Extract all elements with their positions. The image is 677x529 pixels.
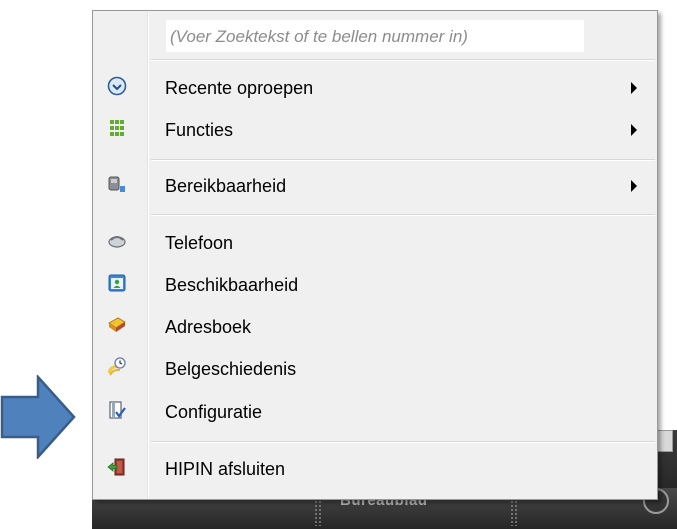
menu-item-label: HIPIN afsluiten bbox=[165, 459, 286, 479]
grid-icon bbox=[110, 120, 124, 136]
submenu-arrow-icon bbox=[631, 180, 637, 192]
menu-item-configuration[interactable]: Configuratie bbox=[93, 391, 657, 433]
submenu-arrow-icon bbox=[631, 82, 637, 94]
menu-item-label: Bereikbaarheid bbox=[165, 176, 287, 196]
menu-item-functions[interactable]: Functies bbox=[93, 109, 657, 151]
menu-item-label: Beschikbaarheid bbox=[165, 275, 299, 295]
menu-separator bbox=[151, 59, 655, 61]
pointer-arrow-icon bbox=[0, 375, 76, 459]
phone-icon bbox=[108, 236, 126, 248]
taskbar-grip-icon bbox=[510, 496, 518, 526]
availability-icon bbox=[108, 274, 126, 292]
menu-item-availability[interactable]: Beschikbaarheid bbox=[93, 264, 657, 306]
menu-item-exit[interactable]: HIPIN afsluiten bbox=[93, 448, 657, 490]
menu-separator bbox=[151, 214, 655, 216]
submenu-arrow-icon bbox=[631, 124, 637, 136]
clock-icon bbox=[107, 76, 127, 96]
taskbar-side-icon bbox=[657, 430, 673, 452]
menu-item-label: Recente oproepen bbox=[165, 78, 314, 98]
address-book-icon bbox=[108, 317, 126, 332]
call-history-icon bbox=[107, 357, 126, 376]
menu-item-phone[interactable]: Telefoon bbox=[93, 222, 657, 264]
menu-item-label: Adresboek bbox=[165, 317, 252, 337]
screen: Bureaublad (Voer Zoektekst of te bellen … bbox=[0, 0, 677, 529]
menu-item-label: Functies bbox=[165, 120, 234, 140]
context-menu: (Voer Zoektekst of te bellen nummer in) … bbox=[92, 10, 658, 500]
menu-item-recent-calls[interactable]: Recente oproepen bbox=[93, 67, 657, 109]
taskbar-grip-icon bbox=[314, 496, 322, 526]
menu-separator bbox=[151, 441, 655, 443]
menu-item-call-history[interactable]: Belgeschiedenis bbox=[93, 348, 657, 390]
search-input[interactable]: (Voer Zoektekst of te bellen nummer in) bbox=[165, 19, 585, 53]
configuration-icon bbox=[109, 401, 126, 419]
menu-separator bbox=[151, 159, 655, 161]
reachability-icon bbox=[108, 176, 125, 192]
menu-item-label: Telefoon bbox=[165, 233, 234, 253]
menu-item-reachability[interactable]: Bereikbaarheid bbox=[93, 165, 657, 207]
menu-item-address-book[interactable]: Adresboek bbox=[93, 306, 657, 348]
menu-item-label: Belgeschiedenis bbox=[165, 359, 297, 379]
exit-icon bbox=[107, 458, 125, 476]
menu-item-label: Configuratie bbox=[165, 402, 263, 422]
